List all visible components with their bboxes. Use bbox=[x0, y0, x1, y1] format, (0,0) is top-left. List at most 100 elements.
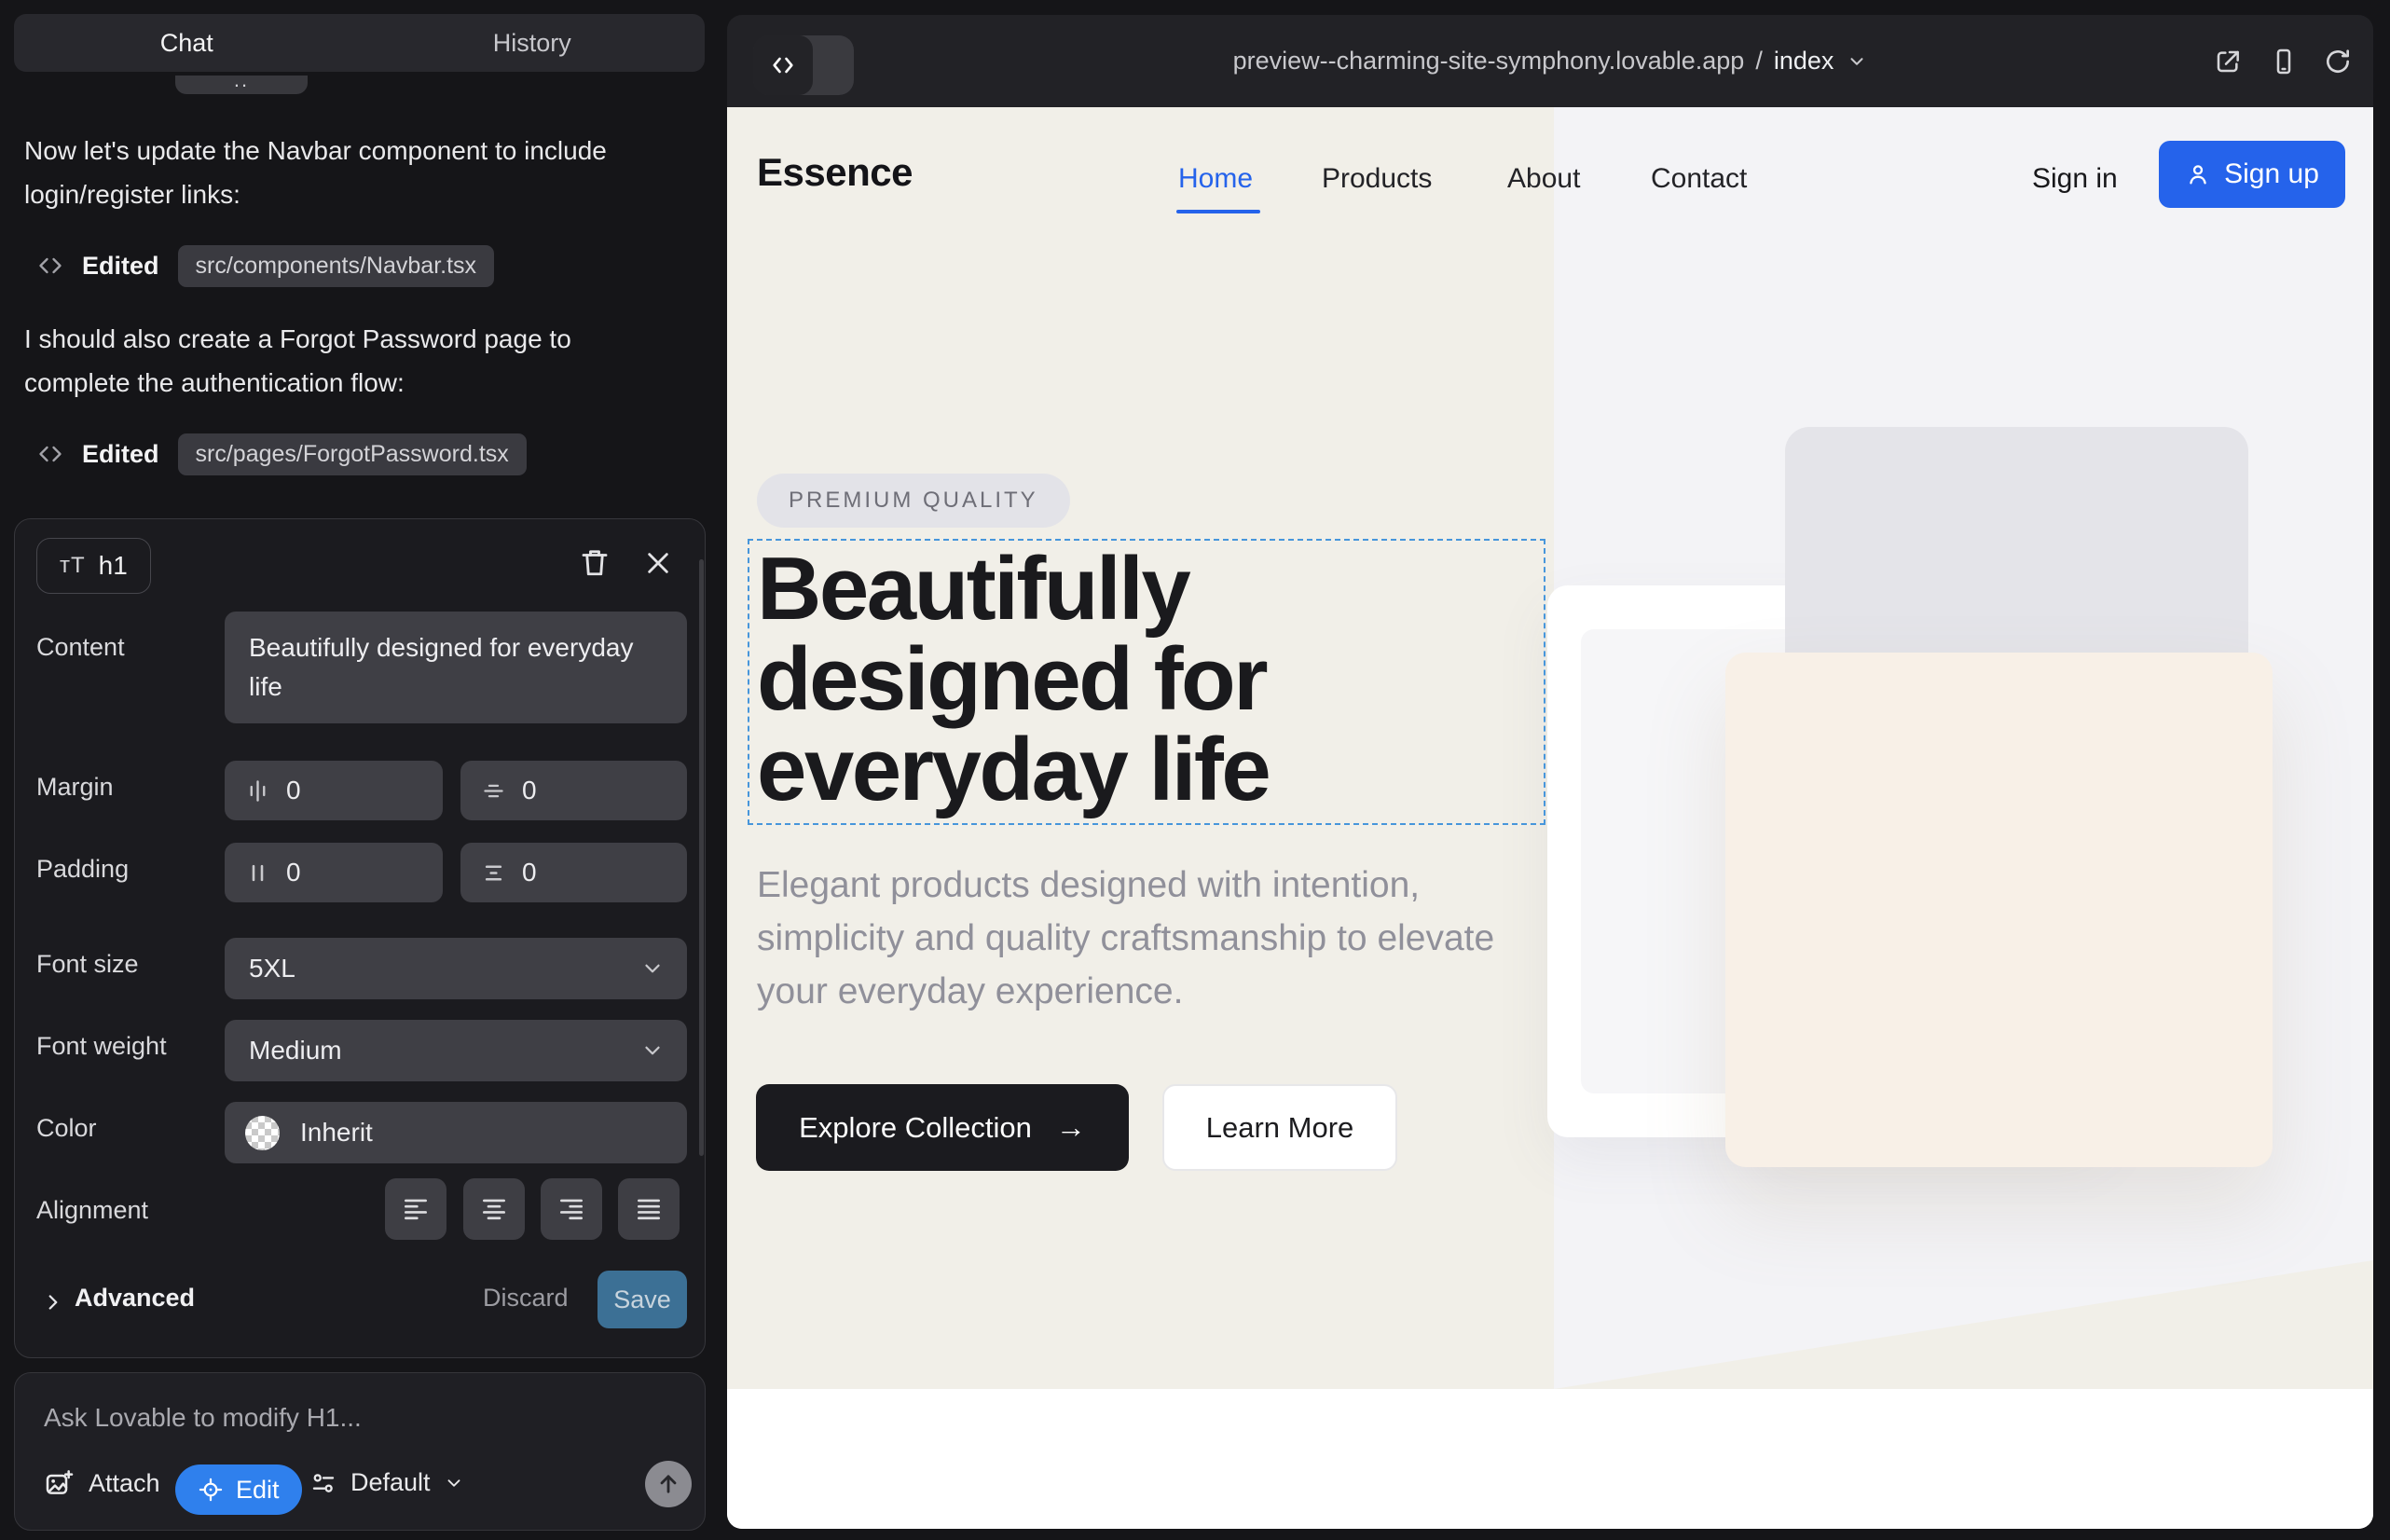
refresh-icon[interactable] bbox=[2323, 47, 2353, 76]
tab-chat[interactable]: Chat bbox=[14, 14, 360, 72]
alignment-label: Alignment bbox=[36, 1196, 148, 1225]
chevron-down-icon bbox=[444, 1473, 464, 1493]
padding-horizontal-icon bbox=[245, 860, 270, 886]
font-size-select[interactable]: 5XL bbox=[225, 938, 687, 999]
save-button[interactable]: Save bbox=[598, 1271, 687, 1328]
sign-in-link[interactable]: Sign in bbox=[2032, 163, 2118, 195]
nav-link-home[interactable]: Home bbox=[1178, 163, 1253, 195]
sign-up-button[interactable]: Sign up bbox=[2159, 141, 2345, 208]
font-weight-value: Medium bbox=[249, 1036, 342, 1066]
chevron-down-icon bbox=[640, 1038, 665, 1063]
edited-file-row: Edited src/components/Navbar.tsx bbox=[37, 241, 494, 291]
site-viewport: Essence Home Products About Contact Sign… bbox=[727, 107, 2373, 1529]
explore-label: Explore Collection bbox=[799, 1111, 1032, 1145]
code-toggle-segment[interactable] bbox=[753, 35, 813, 95]
app-root: Chat History .. Now let's update the Nav… bbox=[0, 0, 2390, 1540]
file-chip[interactable]: src/components/Navbar.tsx bbox=[178, 245, 495, 287]
chevron-right-icon bbox=[41, 1290, 65, 1314]
delete-element-button[interactable] bbox=[578, 545, 611, 579]
edited-label: Edited bbox=[82, 252, 159, 281]
url-page: index bbox=[1774, 47, 1834, 76]
content-label: Content bbox=[36, 633, 125, 662]
attach-image-icon bbox=[44, 1468, 74, 1498]
learn-more-button[interactable]: Learn More bbox=[1162, 1084, 1397, 1171]
discard-button[interactable]: Discard bbox=[483, 1284, 569, 1313]
truncated-chat-pill[interactable]: .. bbox=[175, 76, 308, 94]
attach-label: Attach bbox=[89, 1469, 160, 1498]
chat-message: I should also create a Forgot Password p… bbox=[24, 317, 677, 405]
preview-window: preview--charming-site-symphony.lovable.… bbox=[727, 15, 2373, 1529]
selected-element-tag: тT h1 bbox=[36, 538, 151, 594]
mode-selector[interactable]: Default bbox=[309, 1468, 464, 1497]
font-weight-select[interactable]: Medium bbox=[225, 1020, 687, 1081]
margin-horizontal-icon bbox=[245, 778, 270, 804]
margin-vertical-icon bbox=[481, 778, 506, 804]
truncated-pill-dots: .. bbox=[234, 76, 249, 91]
composer-input[interactable]: Ask Lovable to modify H1... bbox=[44, 1403, 362, 1433]
send-button[interactable] bbox=[645, 1461, 692, 1507]
margin-x-value: 0 bbox=[286, 776, 301, 805]
font-size-value: 5XL bbox=[249, 954, 295, 983]
edited-label: Edited bbox=[82, 440, 159, 469]
edit-label: Edit bbox=[236, 1476, 280, 1505]
url-separator: / bbox=[1755, 47, 1763, 76]
hero-heading: Beautifully designed for everyday life bbox=[757, 543, 1549, 815]
padding-x-input[interactable]: 0 bbox=[225, 843, 443, 902]
attach-button[interactable]: Attach bbox=[44, 1468, 160, 1498]
chat-composer: Ask Lovable to modify H1... Attach Edit … bbox=[14, 1372, 706, 1531]
arrow-right-icon: → bbox=[1056, 1110, 1086, 1145]
margin-y-input[interactable]: 0 bbox=[460, 761, 687, 820]
padding-y-value: 0 bbox=[522, 858, 537, 887]
code-preview-toggle[interactable] bbox=[753, 35, 854, 95]
edited-file-row: Edited src/pages/ForgotPassword.tsx bbox=[37, 429, 527, 479]
tab-history[interactable]: History bbox=[360, 14, 706, 72]
hero-badge: PREMIUM QUALITY bbox=[757, 474, 1070, 528]
user-icon bbox=[2185, 161, 2211, 187]
file-chip[interactable]: src/pages/ForgotPassword.tsx bbox=[178, 433, 527, 475]
decor-card-cream bbox=[1725, 653, 2273, 1167]
font-weight-label: Font weight bbox=[36, 1032, 167, 1061]
open-external-icon[interactable] bbox=[2213, 47, 2243, 76]
align-right-button[interactable] bbox=[541, 1178, 602, 1240]
explore-collection-button[interactable]: Explore Collection → bbox=[756, 1084, 1129, 1171]
edit-mode-button[interactable]: Edit bbox=[175, 1464, 302, 1515]
chevron-down-icon bbox=[640, 956, 665, 981]
chevron-down-icon bbox=[1847, 51, 1867, 72]
nav-link-contact[interactable]: Contact bbox=[1651, 163, 1747, 195]
color-value: Inherit bbox=[300, 1118, 373, 1148]
align-justify-button[interactable] bbox=[618, 1178, 680, 1240]
sign-up-label: Sign up bbox=[2224, 158, 2319, 190]
nav-link-products[interactable]: Products bbox=[1322, 163, 1432, 195]
margin-label: Margin bbox=[36, 773, 114, 802]
advanced-toggle[interactable]: Advanced bbox=[75, 1284, 195, 1313]
color-swatch-transparent bbox=[245, 1116, 280, 1150]
hero-paragraph: Elegant products designed with intention… bbox=[757, 859, 1521, 1018]
padding-y-input[interactable]: 0 bbox=[460, 843, 687, 902]
active-nav-underline bbox=[1176, 210, 1260, 213]
font-size-label: Font size bbox=[36, 950, 139, 979]
element-tag-label: h1 bbox=[99, 551, 128, 581]
url-bar[interactable]: preview--charming-site-symphony.lovable.… bbox=[727, 15, 2373, 107]
locate-target-icon bbox=[198, 1477, 224, 1503]
next-section bbox=[727, 1389, 2373, 1529]
chat-history-tabs: Chat History bbox=[14, 14, 705, 72]
nav-link-about[interactable]: About bbox=[1507, 163, 1580, 195]
tab-chat-label: Chat bbox=[160, 29, 213, 58]
close-panel-icon[interactable] bbox=[643, 548, 673, 578]
mobile-view-icon[interactable] bbox=[2269, 47, 2299, 76]
mode-label: Default bbox=[350, 1468, 431, 1497]
color-select[interactable]: Inherit bbox=[225, 1102, 687, 1163]
align-center-button[interactable] bbox=[463, 1178, 525, 1240]
element-editor-panel: тT h1 Content Beautifully designed for e… bbox=[14, 518, 706, 1358]
chat-message: Now let's update the Navbar component to… bbox=[24, 129, 677, 216]
site-logo[interactable]: Essence bbox=[757, 150, 913, 195]
url-domain: preview--charming-site-symphony.lovable.… bbox=[1233, 47, 1745, 76]
content-input[interactable]: Beautifully designed for everyday life bbox=[225, 612, 687, 723]
color-label: Color bbox=[36, 1114, 97, 1143]
sidebar-scrollbar[interactable] bbox=[699, 559, 704, 1156]
typography-icon: тT bbox=[60, 553, 86, 579]
padding-vertical-icon bbox=[481, 860, 506, 886]
align-left-button[interactable] bbox=[385, 1178, 446, 1240]
margin-x-input[interactable]: 0 bbox=[225, 761, 443, 820]
sliders-icon bbox=[309, 1469, 337, 1497]
